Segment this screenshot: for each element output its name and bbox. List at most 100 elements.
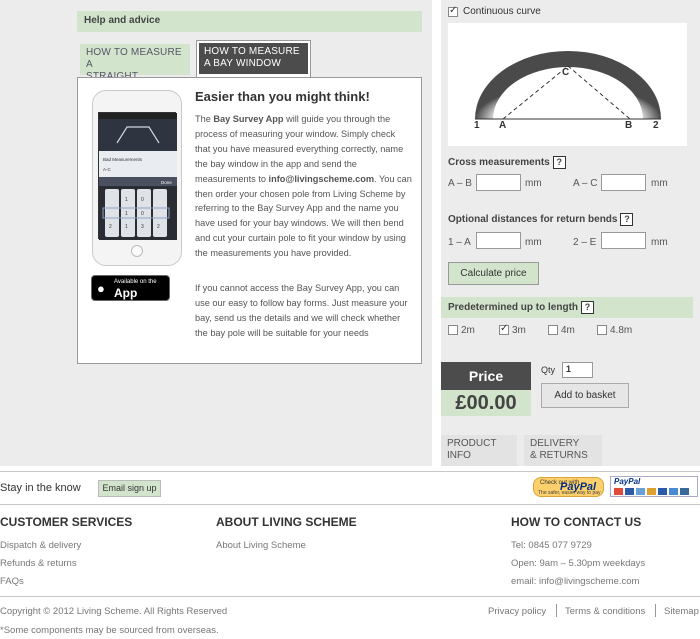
p1-email[interactable]: info@livingscheme.com: [269, 174, 374, 184]
card-icon: [625, 488, 634, 495]
disclaimer: *Some components may be sourced from ove…: [0, 625, 219, 636]
phone-digit: 1: [125, 211, 128, 217]
tab-product-info[interactable]: PRODUCT INFO: [441, 435, 517, 466]
product-tab-line1: PRODUCT: [447, 438, 497, 449]
diagram-label-a: A: [499, 120, 506, 131]
email-signup-button[interactable]: Email sign up: [98, 480, 161, 497]
tab-bay-window[interactable]: HOW TO MEASURE A BAY WINDOW: [196, 40, 311, 77]
price-value: £00.00: [441, 390, 531, 416]
optional-title-text: Optional distances for return bends: [448, 214, 618, 226]
length-checkbox[interactable]: [448, 325, 458, 336]
stay-in-the-know: Stay in the know: [0, 482, 81, 494]
phone-screen: Bad Measurements A-C Done 1 0 1 0 2 1 3 …: [98, 112, 177, 240]
divider: [0, 596, 700, 597]
length-options: 2m 3m 4m 4.8m: [441, 318, 693, 342]
app-store-badge[interactable]: ● Available on the App Store: [91, 275, 170, 314]
app-store-big: App Store: [114, 286, 145, 314]
copyright: Copyright © 2012 Living Scheme. All Righ…: [0, 606, 228, 617]
p1-after: . You can then order your chosen pole fr…: [195, 173, 412, 259]
cross-title-text: Cross measurements: [448, 157, 550, 169]
length-label: 4m: [561, 325, 575, 336]
tab-straight-line1: HOW TO MEASURE A: [86, 47, 182, 70]
about-heading: ABOUT LIVING SCHEME: [216, 515, 357, 529]
tab-bay-line1: HOW TO MEASURE: [204, 46, 300, 57]
bay-diagram: 1 A B 2 C: [448, 23, 687, 146]
contact-heading: HOW TO CONTACT US: [511, 515, 642, 529]
phone-done: Done: [161, 180, 172, 185]
divider: [0, 504, 700, 505]
ac-unit: mm: [651, 178, 668, 189]
card-icon: [658, 488, 667, 495]
length-option-4-8m[interactable]: 4.8m: [597, 325, 632, 336]
phone-digit: 2: [109, 224, 112, 230]
length-checkbox[interactable]: [597, 325, 607, 336]
field-label-2e: 2 – E: [573, 237, 597, 248]
phone-digit: 0: [141, 211, 144, 217]
help-icon[interactable]: ?: [620, 213, 634, 226]
footer-link-about[interactable]: About Living Scheme: [216, 540, 306, 551]
contact-email[interactable]: email: info@livingscheme.com: [511, 576, 639, 587]
2e-input[interactable]: [601, 232, 646, 249]
customer-services-heading: CUSTOMER SERVICES: [0, 515, 133, 529]
content-paragraph-1: The Bay Survey App will guide you throug…: [195, 112, 413, 261]
divider: [0, 471, 700, 472]
phone-digit: 1: [125, 224, 128, 230]
add-to-basket-button[interactable]: Add to basket: [541, 383, 629, 408]
length-label: 4.8m: [610, 325, 633, 336]
phone-screen-art: Bad Measurements A-C Done 1 0 1 0 2 1 3 …: [99, 113, 177, 240]
predet-title-text: Predetermined up to length: [448, 302, 579, 314]
1a-input[interactable]: [476, 232, 521, 249]
sitemap-link[interactable]: Sitemap: [664, 606, 699, 617]
footer-link-refunds[interactable]: Refunds & returns: [0, 558, 77, 569]
content-heading: Easier than you might think!: [195, 89, 370, 104]
field-label-ac: A – C: [573, 178, 598, 189]
length-option-2m[interactable]: 2m: [448, 325, 475, 336]
phone-digit: 2: [157, 224, 160, 230]
ab-unit: mm: [525, 178, 542, 189]
panel-gap: [432, 0, 441, 466]
phone-title: Bad Measurements: [103, 157, 143, 162]
link-separator: [556, 604, 557, 617]
footer-link-faqs[interactable]: FAQs: [0, 576, 24, 587]
continuous-curve-checkbox[interactable]: [448, 5, 458, 17]
help-icon[interactable]: ?: [552, 156, 566, 169]
product-tab-line2: INFO: [447, 450, 471, 461]
calculate-price-button[interactable]: Calculate price: [448, 262, 539, 285]
contact-tel: Tel: 0845 077 9729: [511, 540, 592, 551]
help-icon[interactable]: ?: [581, 301, 595, 314]
content-paragraph-2: If you cannot access the Bay Survey App,…: [195, 283, 408, 338]
ab-input[interactable]: [476, 174, 521, 191]
p1-app-name: Bay Survey App: [213, 114, 284, 124]
continuous-curve-option[interactable]: Continuous curve: [448, 5, 541, 17]
delivery-tab-line1: DELIVERY: [530, 438, 580, 449]
quantity-label: Qty: [541, 365, 556, 375]
footer-link-dispatch[interactable]: Dispatch & delivery: [0, 540, 81, 551]
length-checkbox[interactable]: [499, 323, 509, 336]
length-checkbox[interactable]: [548, 325, 558, 336]
1a-unit: mm: [525, 237, 542, 248]
card-icon: [647, 488, 656, 495]
diagram-label-b: B: [625, 120, 632, 131]
tab-straight-window[interactable]: HOW TO MEASURE A STRAIGHT WINDOW: [80, 44, 190, 94]
continuous-curve-label: Continuous curve: [463, 6, 541, 17]
card-icon: [680, 488, 689, 495]
length-label: 3m: [512, 325, 526, 336]
2e-unit: mm: [651, 237, 668, 248]
quantity-input[interactable]: 1: [562, 362, 593, 378]
terms-link[interactable]: Terms & conditions: [565, 606, 645, 617]
tab-delivery-returns[interactable]: DELIVERY & RETURNS: [524, 435, 602, 466]
phone-row: A-C: [103, 167, 112, 172]
ac-input[interactable]: [601, 174, 646, 191]
price-label: Price: [441, 362, 531, 390]
phone-digit: 3: [141, 224, 144, 230]
length-option-4m[interactable]: 4m: [548, 325, 575, 336]
privacy-link[interactable]: Privacy policy: [488, 606, 546, 617]
diagram-label-c: C: [562, 67, 569, 78]
paypal-tagline: The safer, easier way to pay: [538, 490, 601, 496]
phone-home-button: [131, 245, 143, 257]
card-icon: [636, 488, 645, 495]
app-store-small: Available on the: [114, 279, 157, 285]
phone-digit: 1: [125, 197, 128, 203]
phone-digit: 0: [141, 197, 144, 203]
length-option-3m[interactable]: 3m: [499, 323, 526, 336]
